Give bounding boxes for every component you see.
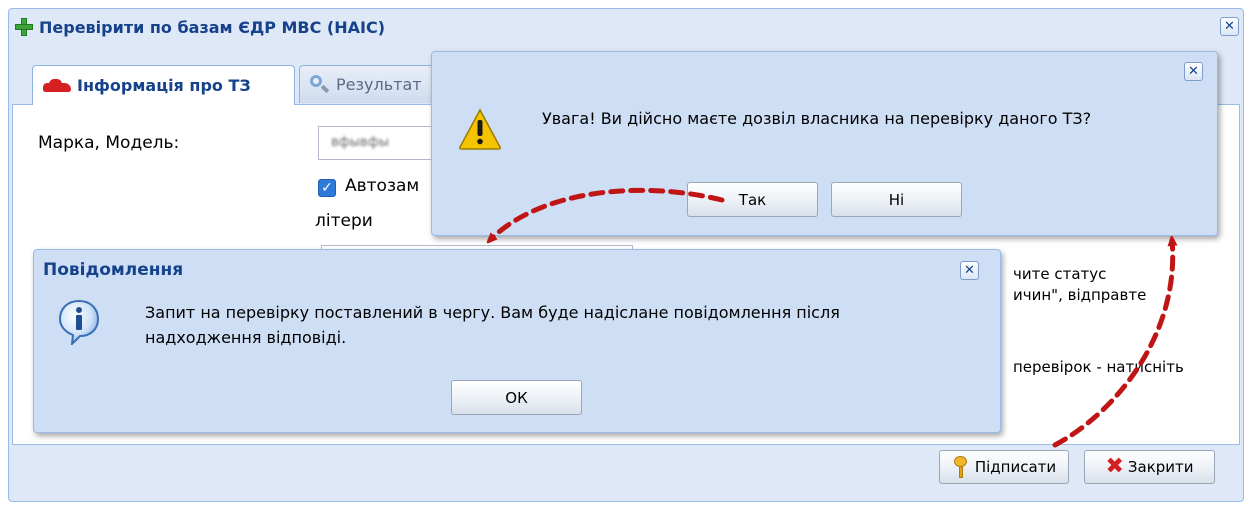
warning-icon [459,108,501,150]
close-button-label: Закрити [1127,458,1194,476]
tab-vehicle-info[interactable]: Інформація про ТЗ [32,65,295,105]
hint-text-1: чите статус [1013,265,1107,283]
tab-label: Результат [336,75,422,94]
brand-model-field[interactable]: вфывфы [318,126,438,160]
info-message-line2: надходження відповіді. [145,328,347,347]
brand-model-value: вфывфы [331,135,390,150]
confirm-message: Увага! Ви дійсно маєте дозвіл власника н… [542,109,1092,128]
info-icon [58,299,100,345]
car-icon [43,78,71,93]
sign-button-label: Підписати [974,458,1057,476]
brand-model-label: Марка, Модель: [38,133,180,153]
letters-label: літери [315,211,373,231]
info-close-button[interactable]: ✕ [960,261,979,280]
yes-button-label: Так [738,190,767,209]
confirm-dialog: ✕ Увага! Ви дійсно маєте дозвіл власника… [431,51,1218,236]
confirm-close-button[interactable]: ✕ [1184,62,1203,81]
add-icon [14,17,34,37]
hint-text-2: ичин", відправте [1013,286,1147,304]
ok-button[interactable]: ОК [451,380,582,415]
close-button[interactable]: ✖ Закрити [1084,450,1215,484]
no-button-label: Ні [888,190,905,209]
tab-label: Інформація про ТЗ [77,76,251,95]
no-button[interactable]: Ні [831,182,962,217]
close-red-x-icon: ✖ [1105,454,1124,479]
ok-button-label: ОК [505,388,528,407]
magnifier-icon [310,74,330,95]
key-icon [952,456,970,478]
sign-button[interactable]: Підписати [939,450,1069,484]
info-message-line1: Запит на перевірку поставлений в чергу. … [145,303,840,322]
autoreplace-checkbox[interactable]: ✓ [318,179,336,197]
info-dialog: Повідомлення ✕ Запит на перевірку постав… [33,249,1001,433]
window-close-button[interactable]: ✕ [1220,17,1239,36]
autoreplace-label: Автозам [345,176,420,196]
window-header: Перевірити по базам ЄДР МВС (НАІС) [9,9,1243,45]
info-dialog-title: Повідомлення [43,260,184,280]
window-title: Перевірити по базам ЄДР МВС (НАІС) [39,17,386,37]
yes-button[interactable]: Так [687,182,818,217]
hint-text-3: перевірок - натисніть [1013,358,1184,376]
